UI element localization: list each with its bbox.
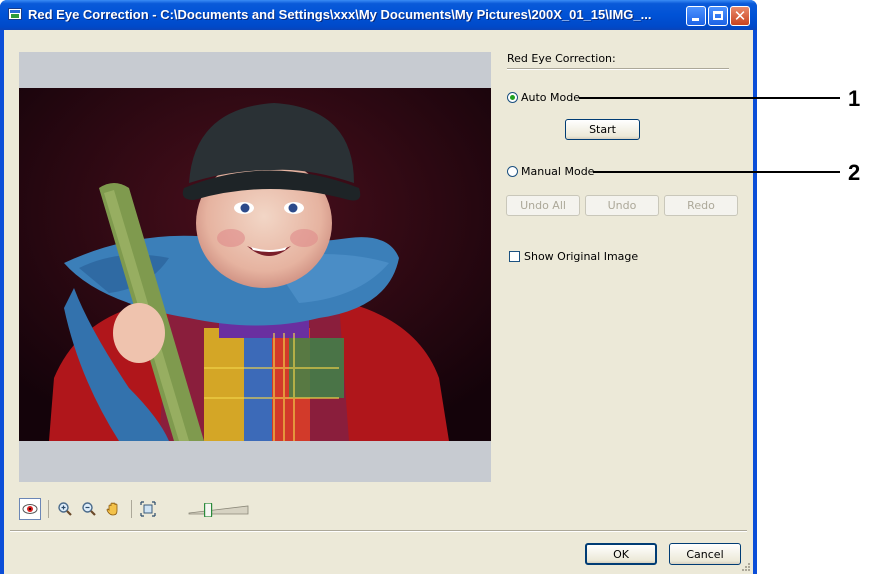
show-original-label: Show Original Image	[524, 250, 639, 263]
undo-all-button[interactable]: Undo All	[506, 195, 580, 216]
zoom-out-icon	[82, 502, 96, 516]
close-button[interactable]: ✕	[730, 6, 750, 26]
auto-mode-label: Auto Mode	[521, 91, 581, 104]
callout-line-2	[593, 171, 840, 173]
cancel-button[interactable]: Cancel	[669, 543, 741, 565]
undo-button[interactable]: Undo	[585, 195, 659, 216]
zoom-slider[interactable]	[187, 502, 250, 518]
zoom-in-button[interactable]	[54, 498, 76, 520]
button-area-divider	[10, 530, 747, 532]
app-window-icon	[8, 8, 22, 20]
maximize-icon	[713, 11, 723, 20]
redo-button[interactable]: Redo	[664, 195, 738, 216]
start-button[interactable]: Start	[565, 119, 640, 140]
close-icon: ✕	[733, 7, 747, 25]
dialog-client-area: Red Eye Correction: Auto Mode Start Manu…	[4, 30, 753, 574]
red-eye-icon	[22, 504, 38, 514]
zoom-in-icon	[58, 502, 72, 516]
auto-mode-option[interactable]: Auto Mode	[507, 91, 580, 104]
manual-mode-option[interactable]: Manual Mode	[507, 165, 594, 178]
red-eye-correction-window: Red Eye Correction - C:\Documents and Se…	[0, 0, 757, 574]
panel-title: Red Eye Correction:	[507, 52, 616, 65]
manual-mode-radio[interactable]	[507, 166, 518, 177]
hand-pan-button[interactable]	[102, 498, 124, 520]
zoom-out-button[interactable]	[78, 498, 100, 520]
manual-mode-label: Manual Mode	[521, 165, 595, 178]
photo-preview[interactable]	[19, 88, 491, 441]
zoom-slider-thumb[interactable]	[204, 502, 213, 518]
callout-number-1: 1	[848, 86, 861, 111]
toolbar-separator	[131, 500, 132, 518]
show-original-checkbox[interactable]	[509, 251, 520, 262]
callout-line-1	[579, 97, 840, 99]
toolbar-separator	[48, 500, 49, 518]
resize-grip-icon[interactable]	[740, 561, 750, 571]
show-original-option[interactable]: Show Original Image	[509, 250, 638, 263]
red-eye-tool-button[interactable]	[19, 498, 41, 520]
title-bar[interactable]: Red Eye Correction - C:\Documents and Se…	[0, 0, 757, 30]
preview-toolbar	[19, 497, 161, 521]
ok-button[interactable]: OK	[585, 543, 657, 565]
minimize-button[interactable]	[686, 6, 706, 26]
panel-divider	[507, 68, 729, 70]
minimize-icon	[692, 18, 699, 21]
fit-to-window-button[interactable]	[137, 498, 159, 520]
hand-pan-icon	[106, 502, 118, 516]
window-title: Red Eye Correction - C:\Documents and Se…	[28, 7, 652, 22]
auto-mode-radio[interactable]	[507, 92, 518, 103]
zoom-slider-graphic	[188, 502, 249, 518]
maximize-button[interactable]	[708, 6, 728, 26]
fit-to-window-icon	[140, 501, 156, 517]
child-photo-image	[19, 88, 491, 441]
callout-number-2: 2	[848, 160, 861, 185]
